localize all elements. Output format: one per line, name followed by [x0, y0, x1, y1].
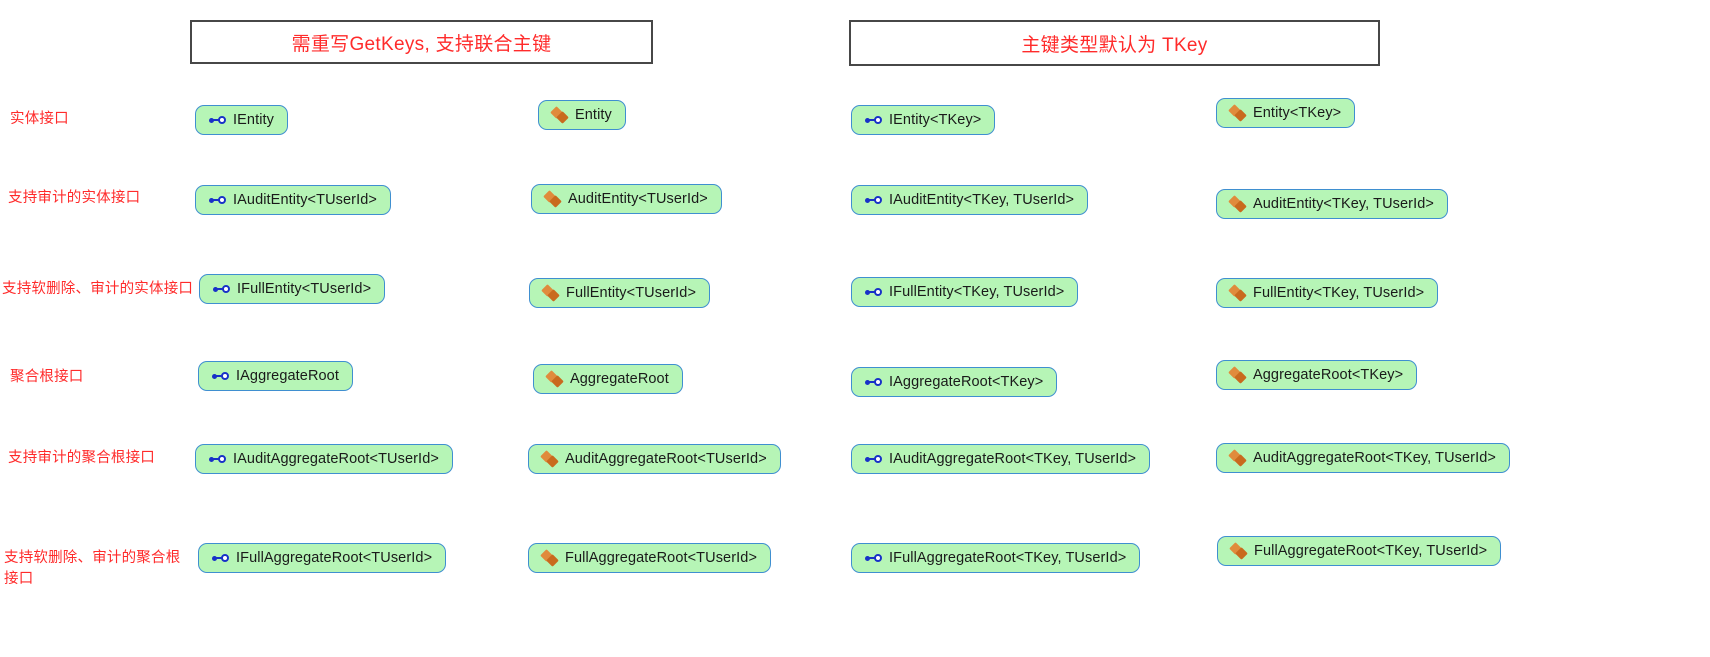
- interface-icon: [209, 454, 226, 465]
- node-iauditentity-tkey-tuserid[interactable]: IAuditEntity<TKey, TUserId>: [851, 185, 1089, 215]
- node-label: IAuditAggregateRoot<TKey, TUserId>: [889, 451, 1137, 467]
- node-aggregateroot-tkey[interactable]: AggregateRoot<TKey>: [1216, 360, 1418, 390]
- node-ifullentity-tuserid[interactable]: IFullEntity<TUserId>: [199, 274, 386, 304]
- node-ifullaggregateroot-tuserid[interactable]: IFullAggregateRoot<TUserId>: [198, 543, 447, 573]
- row-label-1: 实体接口: [10, 111, 69, 127]
- class-icon: [1228, 365, 1247, 384]
- node-label: Entity: [575, 107, 612, 123]
- node-label: AggregateRoot: [570, 371, 669, 387]
- node-label: AuditAggregateRoot<TUserId>: [565, 451, 767, 467]
- class-icon: [543, 189, 562, 208]
- node-auditaggregateroot-tkey-tuserid[interactable]: AuditAggregateRoot<TKey, TUserId>: [1216, 443, 1510, 473]
- header-banner-tkey: 主键类型默认为 TKey: [849, 20, 1380, 66]
- interface-icon: [209, 195, 226, 206]
- node-aggregateroot[interactable]: AggregateRoot: [533, 364, 683, 394]
- class-icon: [1228, 283, 1247, 302]
- interface-icon: [212, 371, 229, 382]
- row-label-6: 支持软删除、审计的聚合根 接口: [4, 550, 181, 587]
- node-fullaggregateroot-tuserid[interactable]: FullAggregateRoot<TUserId>: [528, 543, 772, 573]
- node-label: IAggregateRoot: [236, 368, 339, 384]
- class-icon: [1228, 103, 1247, 122]
- row-label-2: 支持审计的实体接口: [8, 190, 141, 206]
- node-label: Entity<TKey>: [1253, 105, 1342, 121]
- class-icon: [541, 283, 560, 302]
- node-iaggregateroot-tkey[interactable]: IAggregateRoot<TKey>: [851, 367, 1058, 397]
- node-iauditentity-tuserid[interactable]: IAuditEntity<TUserId>: [195, 185, 391, 215]
- node-auditentity-tuserid[interactable]: AuditEntity<TUserId>: [531, 184, 722, 214]
- node-label: FullAggregateRoot<TUserId>: [565, 550, 758, 566]
- header-banner-tkey-text: 主键类型默认为 TKey: [1021, 34, 1208, 56]
- node-label: IAuditAggregateRoot<TUserId>: [233, 451, 439, 467]
- node-label: IEntity<TKey>: [889, 112, 982, 128]
- node-entity[interactable]: Entity: [538, 100, 626, 130]
- class-icon: [1228, 194, 1247, 213]
- node-label: IAuditEntity<TUserId>: [233, 192, 377, 208]
- interface-icon: [865, 377, 882, 388]
- node-label: IAuditEntity<TKey, TUserId>: [889, 192, 1075, 208]
- node-label: IFullAggregateRoot<TKey, TUserId>: [889, 550, 1127, 566]
- class-icon: [540, 449, 559, 468]
- node-ientity[interactable]: IEntity: [195, 105, 288, 135]
- node-ientity-tkey[interactable]: IEntity<TKey>: [851, 105, 996, 135]
- node-iaggregateroot[interactable]: IAggregateRoot: [198, 361, 353, 391]
- header-banner-getkeys: 需重写GetKeys, 支持联合主键: [190, 20, 653, 64]
- node-ifullentity-tkey-tuserid[interactable]: IFullEntity<TKey, TUserId>: [851, 277, 1079, 307]
- class-icon: [1229, 541, 1248, 560]
- interface-icon: [209, 115, 226, 126]
- row-label-5: 支持审计的聚合根接口: [8, 450, 155, 466]
- interface-icon: [865, 553, 882, 564]
- class-icon: [550, 105, 569, 124]
- interface-icon: [212, 553, 229, 564]
- interface-icon: [865, 287, 882, 298]
- node-iauditaggregateroot-tkey-tuserid[interactable]: IAuditAggregateRoot<TKey, TUserId>: [851, 444, 1151, 474]
- row-label-4: 聚合根接口: [10, 369, 84, 385]
- node-label: FullAggregateRoot<TKey, TUserId>: [1254, 543, 1488, 559]
- node-iauditaggregateroot-tuserid[interactable]: IAuditAggregateRoot<TUserId>: [195, 444, 453, 474]
- node-label: FullEntity<TUserId>: [566, 285, 697, 301]
- node-label: FullEntity<TKey, TUserId>: [1253, 285, 1425, 301]
- node-auditentity-tkey-tuserid[interactable]: AuditEntity<TKey, TUserId>: [1216, 189, 1448, 219]
- node-fullentity-tuserid[interactable]: FullEntity<TUserId>: [529, 278, 711, 308]
- row-label-3: 支持软删除、审计的实体接口: [2, 281, 194, 297]
- node-label: IAggregateRoot<TKey>: [889, 374, 1044, 390]
- interface-icon: [213, 284, 230, 295]
- node-label: IFullAggregateRoot<TUserId>: [236, 550, 433, 566]
- node-label: AuditAggregateRoot<TKey, TUserId>: [1253, 450, 1496, 466]
- node-entity-tkey[interactable]: Entity<TKey>: [1216, 98, 1356, 128]
- node-label: IEntity: [233, 112, 274, 128]
- node-fullentity-tkey-tuserid[interactable]: FullEntity<TKey, TUserId>: [1216, 278, 1439, 308]
- node-fullaggregateroot-tkey-tuserid[interactable]: FullAggregateRoot<TKey, TUserId>: [1217, 536, 1502, 566]
- header-banner-getkeys-text: 需重写GetKeys, 支持联合主键: [291, 33, 552, 55]
- interface-icon: [865, 115, 882, 126]
- node-label: AggregateRoot<TKey>: [1253, 367, 1404, 383]
- node-label: IFullEntity<TUserId>: [237, 281, 372, 297]
- class-icon: [1228, 448, 1247, 467]
- class-icon: [545, 369, 564, 388]
- node-ifullaggregateroot-tkey-tuserid[interactable]: IFullAggregateRoot<TKey, TUserId>: [851, 543, 1141, 573]
- interface-icon: [865, 195, 882, 206]
- node-label: AuditEntity<TUserId>: [568, 191, 708, 207]
- node-label: AuditEntity<TKey, TUserId>: [1253, 196, 1434, 212]
- class-icon: [540, 548, 559, 567]
- node-auditaggregateroot-tuserid[interactable]: AuditAggregateRoot<TUserId>: [528, 444, 781, 474]
- node-label: IFullEntity<TKey, TUserId>: [889, 284, 1065, 300]
- interface-icon: [865, 454, 882, 465]
